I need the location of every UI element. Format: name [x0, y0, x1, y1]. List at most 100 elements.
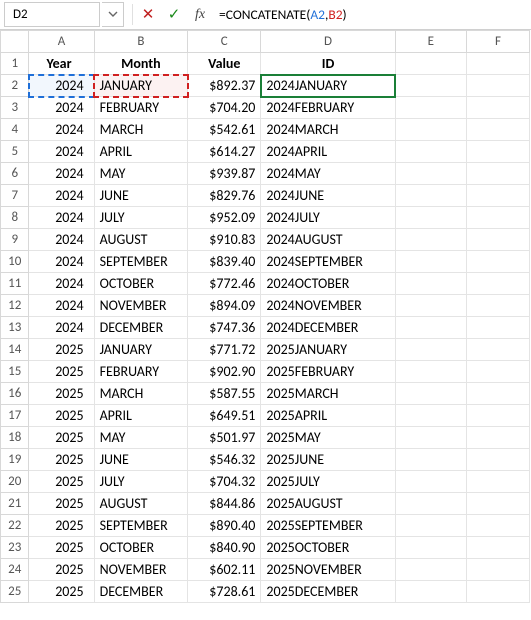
- cell-id[interactable]: 2024JUNE: [261, 185, 395, 207]
- cell-year[interactable]: 2024: [29, 229, 94, 251]
- cell-year[interactable]: 2024: [29, 295, 94, 317]
- cell-id[interactable]: 2024MARCH: [261, 119, 395, 141]
- cell-year[interactable]: 2024: [29, 185, 94, 207]
- cell[interactable]: [395, 537, 466, 559]
- cell-month[interactable]: AUGUST: [94, 229, 188, 251]
- row-header[interactable]: 6: [1, 163, 29, 185]
- cell[interactable]: [466, 427, 529, 449]
- cell-year[interactable]: 2025: [29, 427, 94, 449]
- cell-value[interactable]: $892.37: [188, 75, 261, 97]
- cell[interactable]: [466, 383, 529, 405]
- cell-id[interactable]: 2024JULY: [261, 207, 395, 229]
- cell-month[interactable]: JANUARY: [94, 339, 188, 361]
- cell-id[interactable]: 2025JANUARY: [261, 339, 395, 361]
- cell-value[interactable]: $829.76: [188, 185, 261, 207]
- row-header[interactable]: 2: [1, 75, 29, 97]
- cell-id[interactable]: 2025NOVEMBER: [261, 559, 395, 581]
- name-box[interactable]: D2: [4, 2, 100, 27]
- cell-year[interactable]: 2025: [29, 383, 94, 405]
- cell-value[interactable]: $704.32: [188, 471, 261, 493]
- cell[interactable]: [395, 361, 466, 383]
- cell-value[interactable]: $772.46: [188, 273, 261, 295]
- row-header[interactable]: 21: [1, 493, 29, 515]
- cell[interactable]: [395, 119, 466, 141]
- cell[interactable]: [395, 581, 466, 603]
- cell-month[interactable]: MAY: [94, 163, 188, 185]
- cell[interactable]: [466, 361, 529, 383]
- row-header[interactable]: 16: [1, 383, 29, 405]
- cell-id[interactable]: 2025AUGUST: [261, 493, 395, 515]
- row-header[interactable]: 12: [1, 295, 29, 317]
- cell-value[interactable]: $501.97: [188, 427, 261, 449]
- cell-month[interactable]: MARCH: [94, 119, 188, 141]
- cell[interactable]: [395, 273, 466, 295]
- cell[interactable]: [466, 75, 529, 97]
- row-header[interactable]: 8: [1, 207, 29, 229]
- cell-month[interactable]: MARCH: [94, 383, 188, 405]
- cell-year[interactable]: 2025: [29, 581, 94, 603]
- cell[interactable]: [395, 251, 466, 273]
- cell[interactable]: [395, 229, 466, 251]
- cell-id[interactable]: 2025MARCH: [261, 383, 395, 405]
- cell-year[interactable]: 2025: [29, 405, 94, 427]
- cell-value[interactable]: $839.40: [188, 251, 261, 273]
- row-header[interactable]: 24: [1, 559, 29, 581]
- accept-button[interactable]: ✓: [161, 0, 187, 29]
- cell-id[interactable]: 2025FEBRUARY: [261, 361, 395, 383]
- cell-value[interactable]: $771.72: [188, 339, 261, 361]
- cell[interactable]: [395, 207, 466, 229]
- cell-month[interactable]: AUGUST: [94, 493, 188, 515]
- cell-id[interactable]: 2024NOVEMBER: [261, 295, 395, 317]
- row-header[interactable]: 5: [1, 141, 29, 163]
- cell[interactable]: [395, 449, 466, 471]
- cell-id[interactable]: 2025OCTOBER: [261, 537, 395, 559]
- row-header[interactable]: 9: [1, 229, 29, 251]
- col-header-d[interactable]: D: [261, 31, 395, 53]
- cell[interactable]: [466, 163, 529, 185]
- row-header[interactable]: 7: [1, 185, 29, 207]
- cell-month[interactable]: SEPTEMBER: [94, 515, 188, 537]
- row-header[interactable]: 18: [1, 427, 29, 449]
- row-header[interactable]: 13: [1, 317, 29, 339]
- col-header-b[interactable]: B: [94, 31, 188, 53]
- row-header[interactable]: 19: [1, 449, 29, 471]
- cell[interactable]: [466, 229, 529, 251]
- cell-value[interactable]: $902.90: [188, 361, 261, 383]
- row-header[interactable]: 20: [1, 471, 29, 493]
- cell-value[interactable]: $747.36: [188, 317, 261, 339]
- cell-year[interactable]: 2024: [29, 317, 94, 339]
- cell[interactable]: [395, 295, 466, 317]
- cell-id[interactable]: 2025JUNE: [261, 449, 395, 471]
- cell[interactable]: [466, 141, 529, 163]
- cell-value[interactable]: $587.55: [188, 383, 261, 405]
- cell-value[interactable]: $728.61: [188, 581, 261, 603]
- name-box-dropdown[interactable]: [102, 2, 124, 27]
- cell-id[interactable]: 2025APRIL: [261, 405, 395, 427]
- row-header[interactable]: 1: [1, 53, 29, 75]
- cell-month[interactable]: NOVEMBER: [94, 559, 188, 581]
- cell-value[interactable]: $890.40: [188, 515, 261, 537]
- select-all-corner[interactable]: [1, 31, 29, 53]
- cell-id[interactable]: 2024OCTOBER: [261, 273, 395, 295]
- cell-year[interactable]: 2024: [29, 251, 94, 273]
- cell-year[interactable]: 2024: [29, 163, 94, 185]
- cell-value[interactable]: $614.27: [188, 141, 261, 163]
- cell-month[interactable]: DECEMBER: [94, 581, 188, 603]
- row-header[interactable]: 23: [1, 537, 29, 559]
- cell[interactable]: [395, 471, 466, 493]
- cell-value[interactable]: $910.83: [188, 229, 261, 251]
- cell-value[interactable]: $704.20: [188, 97, 261, 119]
- cell-month[interactable]: FEBRUARY: [94, 361, 188, 383]
- cell[interactable]: [466, 251, 529, 273]
- cell-month[interactable]: NOVEMBER: [94, 295, 188, 317]
- cell-month[interactable]: OCTOBER: [94, 537, 188, 559]
- cell[interactable]: [466, 471, 529, 493]
- row-header[interactable]: 11: [1, 273, 29, 295]
- cell-year[interactable]: 2024: [29, 207, 94, 229]
- cell[interactable]: [395, 163, 466, 185]
- cell-year[interactable]: 2024: [29, 273, 94, 295]
- insert-function-button[interactable]: fx: [187, 0, 213, 29]
- cell[interactable]: [395, 339, 466, 361]
- cell-month[interactable]: APRIL: [94, 405, 188, 427]
- cell-month[interactable]: MAY: [94, 427, 188, 449]
